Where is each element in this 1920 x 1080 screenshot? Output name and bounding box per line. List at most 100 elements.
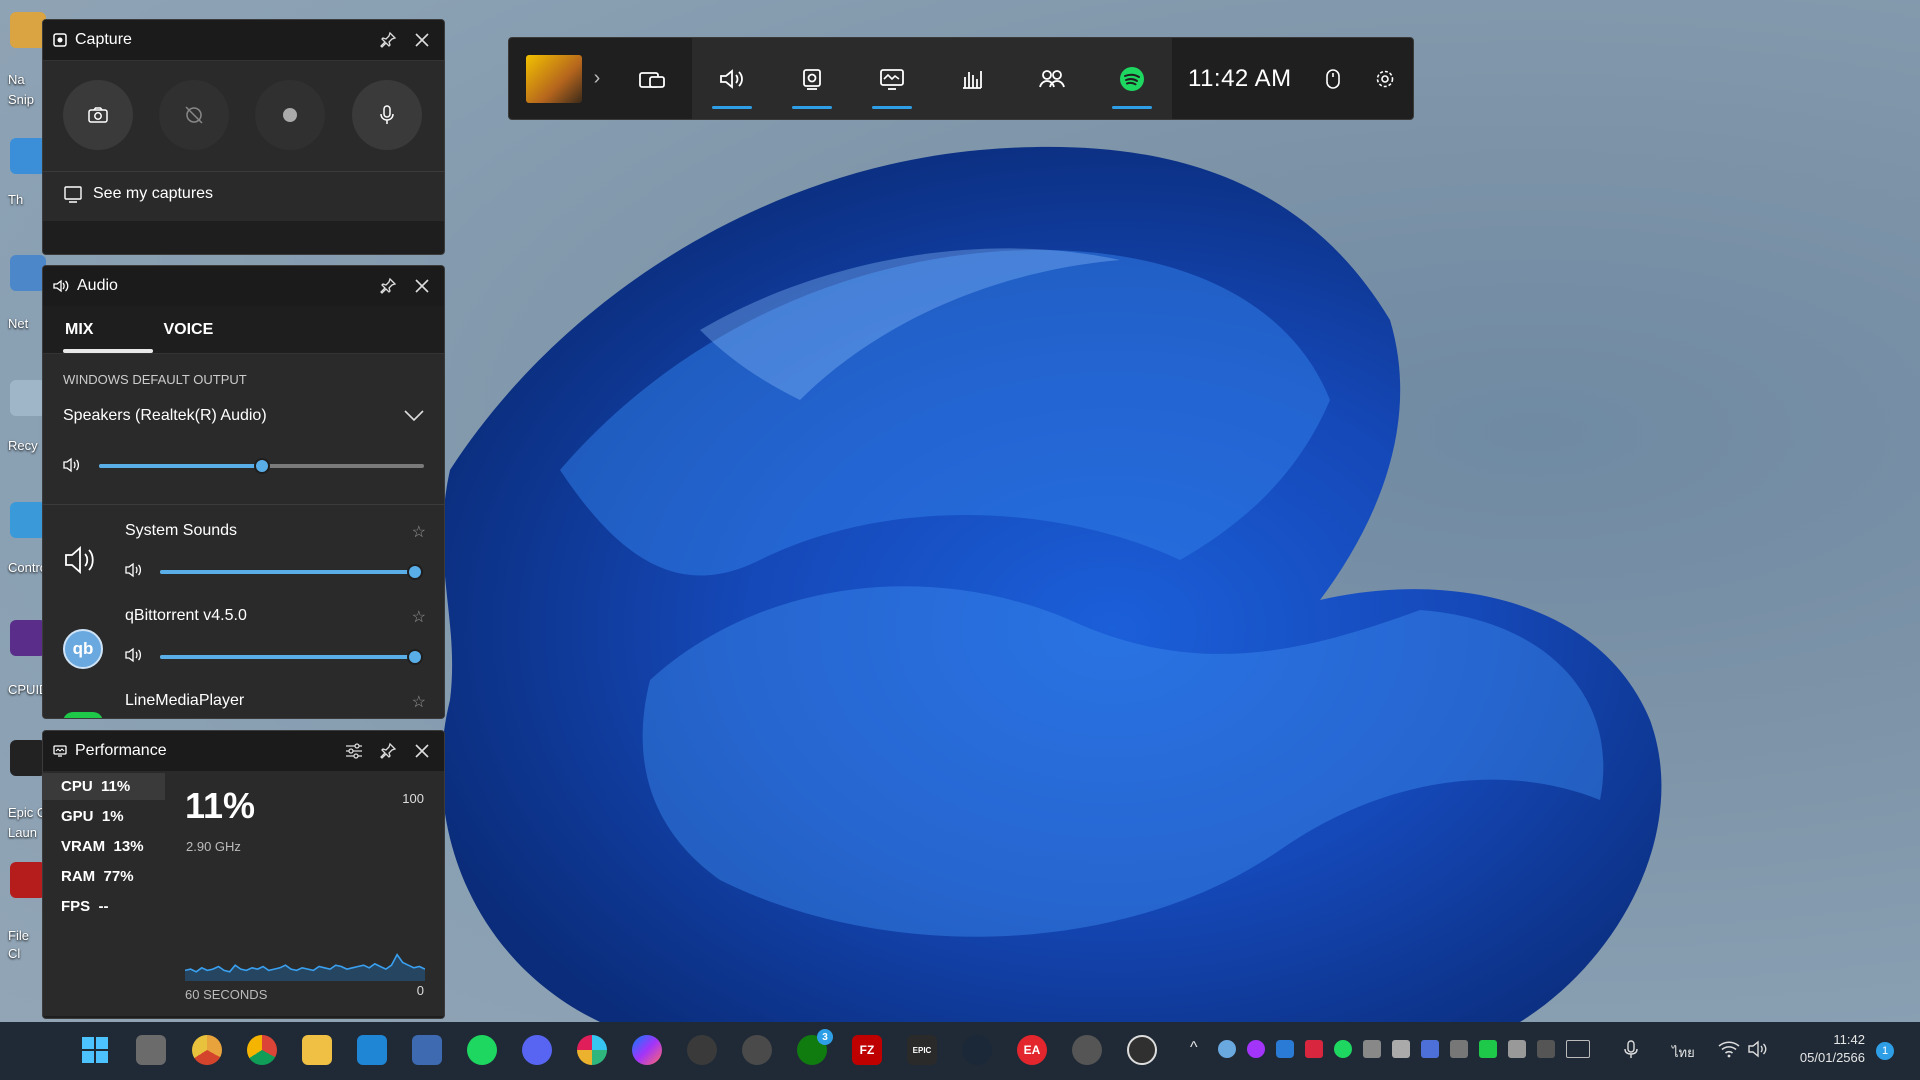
chevron-down-icon [404,410,424,422]
desktop-folder-icon[interactable] [10,12,46,48]
xbox-icon[interactable]: 3 [797,1029,833,1065]
obs-icon[interactable] [1127,1035,1157,1065]
master-volume-slider[interactable] [99,458,424,474]
widget-menu-button[interactable] [612,38,692,119]
speaker-icon[interactable] [125,647,143,663]
favorite-star-icon[interactable]: ☆ [412,607,426,627]
app-volume-slider[interactable] [160,564,423,580]
chrome-icon[interactable] [247,1035,277,1065]
capture-header: Capture [43,20,444,60]
spotify-tray-icon[interactable] [1334,1040,1352,1058]
sliders-icon [346,743,362,759]
speaker-icon[interactable] [125,562,143,578]
task-view-icon[interactable] [136,1035,166,1065]
output-device-select[interactable]: Speakers (Realtek(R) Audio) [63,407,424,425]
metric-gpu[interactable]: GPU 1% [43,803,165,830]
amd-tray-icon[interactable] [1305,1040,1323,1058]
capture-widget-button[interactable] [772,38,852,119]
vscode-icon[interactable] [357,1035,387,1065]
audio-widget-button[interactable] [692,38,772,119]
close-button[interactable] [412,30,432,50]
audio-icon [720,68,743,89]
gear-icon [1376,70,1393,87]
tray-app-icon[interactable] [1363,1040,1381,1058]
start-recording-button[interactable] [255,80,325,150]
tab-mix[interactable]: MIX [43,306,154,353]
favorite-star-icon[interactable]: ☆ [412,522,426,542]
epic-games-icon[interactable]: EPIC [907,1035,937,1065]
defender-tray-icon[interactable] [1276,1040,1294,1058]
filezilla-icon[interactable]: FZ [852,1035,882,1065]
volume-icon[interactable] [1748,1040,1768,1058]
app-volume-knob[interactable] [407,564,423,580]
gallery-icon [64,186,82,203]
desktop-filezilla-icon[interactable] [10,862,46,898]
desktop-recycle-icon[interactable] [10,380,46,416]
chevron-right-icon[interactable]: › [582,67,612,90]
line-tray-icon[interactable] [1479,1040,1497,1058]
mouse-lock-button[interactable] [1308,38,1358,119]
messenger-icon[interactable] [632,1035,662,1065]
discord-icon[interactable] [522,1035,552,1065]
app-volume-slider[interactable] [160,649,423,665]
app-volume-knob[interactable] [407,649,423,665]
microphone-button[interactable] [352,80,422,150]
favorite-star-icon[interactable]: ☆ [412,692,426,712]
messenger-tray-icon[interactable] [1247,1040,1265,1058]
input-language[interactable]: ไทย [1672,1042,1695,1063]
steam-companion-icon[interactable] [742,1035,772,1065]
performance-widget-button[interactable] [852,38,932,119]
metric-cpu[interactable]: CPU 11% [43,773,165,800]
steam-tray-icon[interactable] [1508,1040,1526,1058]
pin-button[interactable] [378,276,398,296]
tray-app-icon[interactable] [1450,1040,1468,1058]
active-game-thumbnail[interactable] [526,54,582,103]
wifi-icon[interactable] [1718,1040,1740,1058]
tab-voice[interactable]: VOICE [115,306,235,353]
desktop-cpuid-icon[interactable] [10,620,46,656]
slack-tray-icon[interactable] [1392,1040,1410,1058]
resources-widget-button[interactable] [932,38,1012,119]
chrome-canary-icon[interactable] [192,1035,222,1065]
graph-min-label: 0 [416,983,424,998]
desktop-epic-icon[interactable] [10,740,46,776]
see-my-captures-link[interactable]: See my captures [63,185,213,203]
spotify-icon[interactable] [467,1035,497,1065]
qbittorrent-tray-icon[interactable] [1218,1040,1236,1058]
file-explorer-icon[interactable] [302,1035,332,1065]
network-icon[interactable] [412,1035,442,1065]
xbox-social-icon [1039,69,1065,87]
record-last-30s-button[interactable] [159,80,229,150]
desktop-app-icon[interactable] [10,138,46,174]
slack-icon[interactable] [577,1035,607,1065]
desktop-network-icon[interactable] [10,255,46,291]
vpn-icon[interactable] [687,1035,717,1065]
spotify-widget-button[interactable] [1092,38,1172,119]
metric-ram[interactable]: RAM 77% [43,863,165,890]
close-button[interactable] [412,276,432,296]
master-volume-icon[interactable] [63,457,81,473]
clock[interactable]: 11:42 05/01/2566 [1785,1032,1865,1065]
windows-start-button[interactable] [80,1035,110,1065]
tray-app-icon[interactable] [1421,1040,1439,1058]
desktop-label: Recy [8,438,38,453]
metric-vram[interactable]: VRAM 13% [43,833,165,860]
epic-tray-icon[interactable] [1537,1040,1555,1058]
metric-fps[interactable]: FPS -- [43,893,165,920]
desktop-control-panel-icon[interactable] [10,502,46,538]
pin-button[interactable] [378,30,398,50]
close-button[interactable] [412,741,432,761]
notification-badge[interactable]: 1 [1876,1042,1894,1060]
master-volume-knob[interactable] [253,458,270,474]
settings-button[interactable] [1358,38,1412,119]
options-button[interactable] [344,741,364,761]
microphone-tray-icon[interactable] [1624,1040,1638,1060]
pin-button[interactable] [378,741,398,761]
steam-icon[interactable] [962,1035,992,1065]
app-icon[interactable] [1072,1035,1102,1065]
keyboard-icon[interactable] [1566,1040,1590,1058]
ea-icon[interactable]: EA [1017,1035,1047,1065]
xbox-social-widget-button[interactable] [1012,38,1092,119]
show-hidden-icons-chevron-icon[interactable]: ^ [1190,1039,1198,1057]
screenshot-button[interactable] [63,80,133,150]
